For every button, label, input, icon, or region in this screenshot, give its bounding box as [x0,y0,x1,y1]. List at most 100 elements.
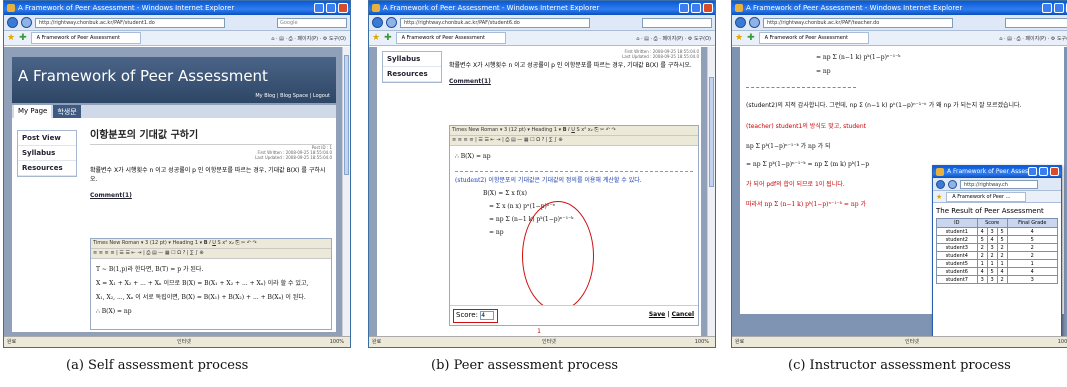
score-cell: 1 [1006,259,1059,268]
comment-editor[interactable]: Times New Roman ▾ 3 (12 pt) ▾ Heading 1 … [449,125,699,326]
zoom-level[interactable]: 100% [330,337,344,347]
command-bar[interactable]: ⌂ · ▤ · ⎙ · 페이지(P) · ⚙ 도구(O) [999,35,1067,42]
popup-title-bar: A Framework of Peer Asses... [933,166,1061,178]
popup-tab[interactable]: A Framework of Peer ... [946,191,1027,202]
student-id-cell: student7 [936,275,978,284]
table-row: student4 2 2 2 2 [936,251,1059,260]
maximize-button[interactable] [691,3,701,13]
command-bar[interactable]: ⌂ · ▤ · ⎙ · 페이지(P) · ⚙ 도구(O) [636,35,715,42]
popup-title: A Framework of Peer Asses... [947,168,1034,175]
add-favorite-icon[interactable]: ✚ [747,33,755,43]
maximize-button[interactable] [1054,3,1064,13]
zoom-level[interactable]: 100% [1058,337,1067,347]
score-input[interactable]: 4 [480,310,495,320]
post-area: First Written : 2008-09-25 18:55:04.0 La… [449,49,699,326]
tab-student[interactable]: 학생문 [53,105,81,118]
save-button[interactable]: Save [649,311,665,318]
sidebar-item-syllabus[interactable]: Syllabus [383,52,441,67]
zoom-level[interactable]: 100% [695,337,709,347]
student-id-cell: student4 [936,251,978,260]
sidebar-item-resources[interactable]: Resources [18,161,76,176]
column-header: ID [936,218,978,228]
minimize-button[interactable] [679,3,689,13]
minimize-button[interactable] [314,3,324,13]
sidebar: Syllabus Resources [382,51,442,83]
search-input[interactable] [1005,17,1067,28]
title-bar: A Framework of Peer Assessment - Windows… [369,1,715,15]
url-field[interactable]: http://rightway.chonbuk.ac.kr/PAF/studen… [400,17,590,28]
back-icon[interactable] [7,17,18,28]
popup-close-button[interactable] [1050,167,1059,176]
tab-my-page[interactable]: My Page [14,105,52,118]
body-line: = np Σ (n−1 k) pᵏ(1−p)ⁿ⁻¹⁻ᵏ [816,54,901,61]
vertical-scrollbar[interactable] [342,47,350,336]
favorites-star-icon[interactable]: ★ [7,33,15,43]
popup-url-field[interactable]: http://rightway.ch [960,179,1038,189]
close-button[interactable] [703,3,713,13]
tab-active[interactable]: A Framework of Peer Assessment [30,32,141,44]
tab-bar: ★ ✚ A Framework of Peer Assessment ⌂ · ▤ · … [4,31,350,46]
comment-link[interactable]: Comment(1) [449,78,699,85]
add-favorite-icon[interactable]: ✚ [384,33,392,43]
editor-line: ∴ B(X) = np [96,308,132,315]
editor-toolbar-row-2[interactable]: ≡ ≡ ≡ ≡ | ☰ ☰ ⇤ ⇥ | ⎙ ▤ — ▦ ☐ Ω ? | ∑ ∫ … [450,136,698,146]
popup-tab-bar: ★ A Framework of Peer ... [933,191,1061,203]
back-icon[interactable] [735,17,746,28]
body-line: np Σ pᵏ(1−p)ⁿ⁻¹⁻ᵏ 가 np 가 되 [746,143,831,150]
back-icon[interactable] [936,179,945,189]
editor-toolbar-row-2[interactable]: ≡ ≡ ≡ ≡ | ☰ ☰ ⇤ ⇥ | ⎙ ▤ — ▦ ☐ Ω ? | ∑ ∫ … [91,249,331,259]
comment-link[interactable]: Comment(1) [90,192,332,199]
vertical-scrollbar[interactable] [707,47,715,336]
score-cell: 3 [986,243,998,252]
sidebar-item-syllabus[interactable]: Syllabus [18,146,76,161]
post-body: 확률변수 X가 시행횟수 n 이고 성공률이 p 인 이항분포를 따르는 경우,… [90,167,326,183]
sidebar-item-post-view[interactable]: Post View [18,131,76,146]
popup-minimize-button[interactable] [1028,167,1037,176]
score-cell: 3 [986,275,998,284]
forward-icon[interactable] [948,179,957,189]
tab-active[interactable]: A Framework of Peer Assessment [758,32,869,44]
url-field[interactable]: http://rightway.chonbuk.ac.kr/PAF/studen… [35,17,225,28]
table-row: student7 3 3 2 3 [936,275,1059,284]
tab-bar: ★ ✚ A Framework of Peer Assessment ⌂ · ▤ · … [369,31,715,46]
back-icon[interactable] [372,17,383,28]
tab-active[interactable]: A Framework of Peer Assessment [395,32,506,44]
favorites-star-icon[interactable]: ★ [936,193,942,201]
status-bar: 완료인터넷100% [732,336,1067,347]
editor-line: B(X) = Σ x f(x) [483,190,527,197]
popup-maximize-button[interactable] [1039,167,1048,176]
page-content: = np Σ (n−1 k) pᵏ(1−p)ⁿ⁻¹⁻ᵏ = np (studen… [732,47,1067,336]
add-favorite-icon[interactable]: ✚ [19,33,27,43]
score-cell: 5 [976,235,988,244]
maximize-button[interactable] [326,3,336,13]
sidebar-item-resources[interactable]: Resources [383,67,441,82]
page-number[interactable]: 1 [377,328,701,335]
score-box: Score: 4 [453,309,498,323]
comment-editor[interactable]: Times New Roman ▾ 3 (12 pt) ▾ Heading 1 … [90,238,332,330]
close-button[interactable] [338,3,348,13]
forward-icon[interactable] [386,17,397,28]
title-bar: A Framework of Peer Assessment - Windows… [732,1,1067,15]
score-cell: 4 [1006,227,1059,236]
table-row: student3 2 3 2 2 [936,243,1059,252]
command-bar[interactable]: ⌂ · ▤ · ⎙ · 페이지(P) · ⚙ 도구(O) [271,35,350,42]
forward-icon[interactable] [21,17,32,28]
internet-zone-icon: 인터넷 [542,339,556,345]
table-row: student6 4 5 4 4 [936,267,1059,276]
banner-title: A Framework of Peer Assessment [18,67,268,85]
editor-toolbar-row-1[interactable]: Times New Roman ▾ 3 (12 pt) ▾ Heading 1 … [91,239,331,249]
editor-toolbar-row-1[interactable]: Times New Roman ▾ 3 (12 pt) ▾ Heading 1 … [450,126,698,136]
search-input[interactable] [642,17,712,28]
favorites-star-icon[interactable]: ★ [372,33,380,43]
minimize-button[interactable] [1042,3,1052,13]
favorites-star-icon[interactable]: ★ [735,33,743,43]
post-area: 이항분포의 기대값 구하기 Post ID : 1 First Written … [90,126,332,330]
student-id-cell: student2 [936,235,978,244]
search-input[interactable]: Google [277,17,347,28]
editor-line: (student2) 이항분포의 기대값은 기대값의 정의를 이용해 계산할 수… [455,177,642,184]
cancel-button[interactable]: Cancel [672,311,694,318]
status-bar: 완료인터넷100% [369,336,715,347]
banner-links[interactable]: My Blog | Blog Space | Logout [255,93,330,99]
url-field[interactable]: http://rightway.chonbuk.ac.kr/PAF/teache… [763,17,953,28]
forward-icon[interactable] [749,17,760,28]
